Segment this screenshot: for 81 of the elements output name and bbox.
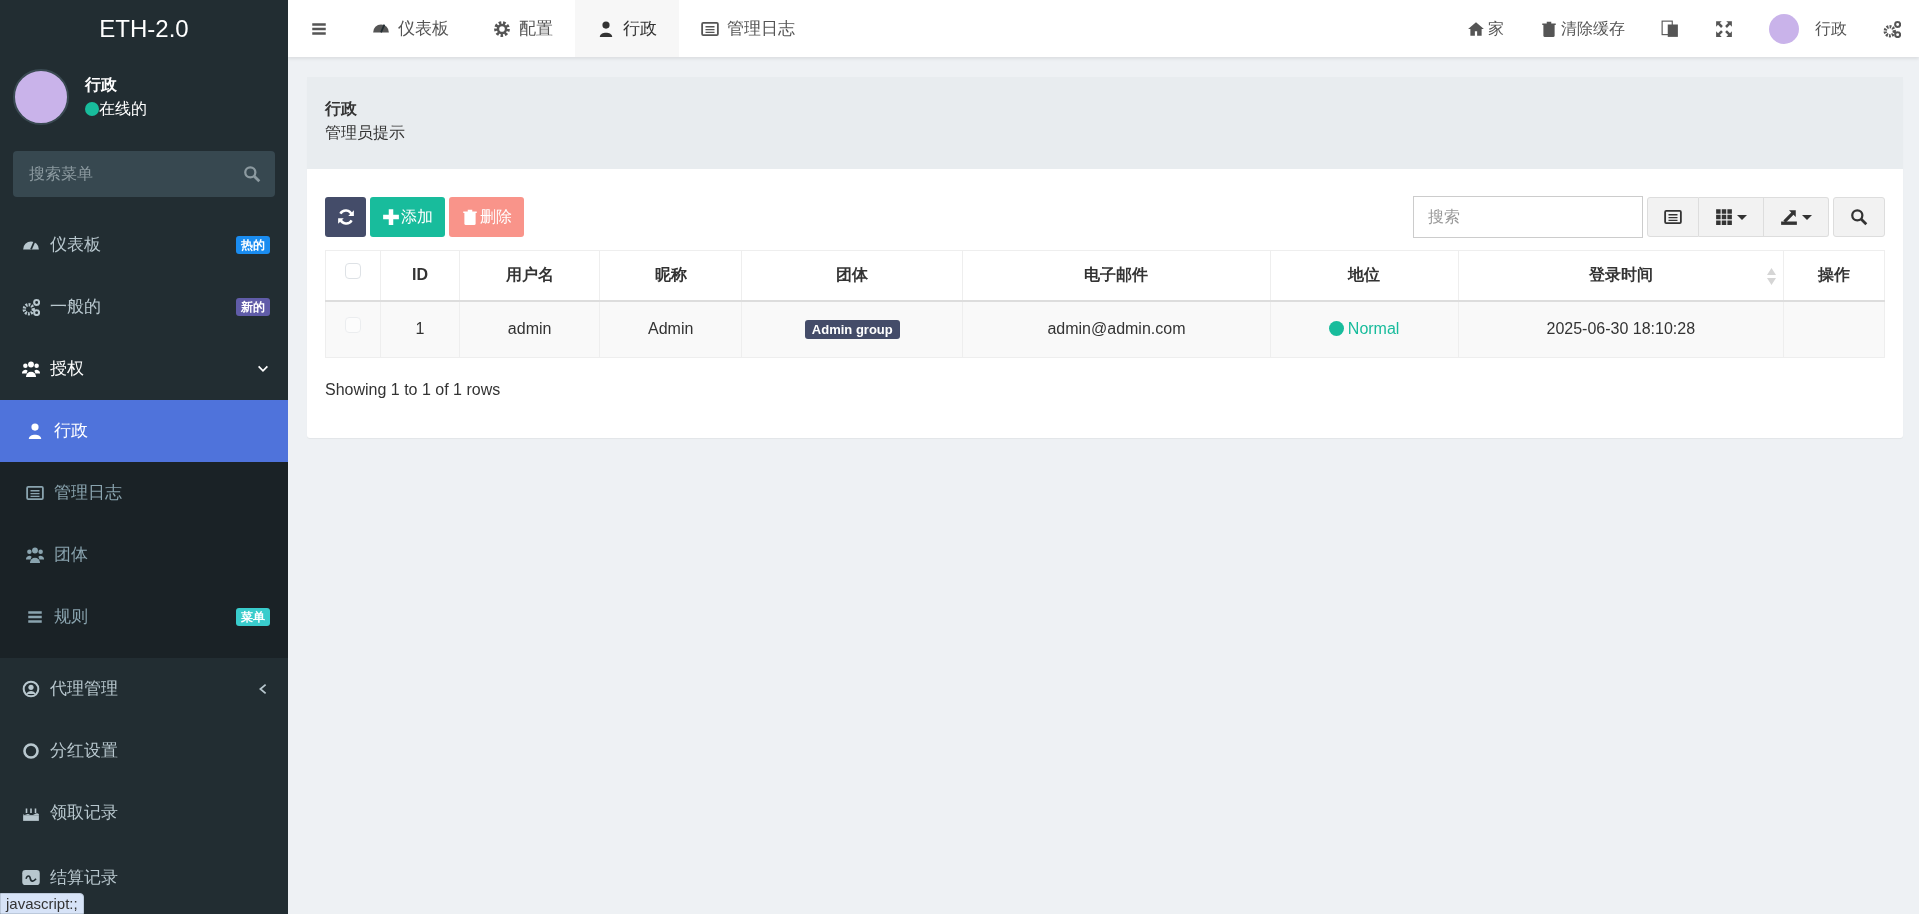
trash-icon bbox=[461, 208, 479, 226]
sidebar-item[interactable]: 团体 bbox=[0, 524, 288, 586]
sidebar-item[interactable]: 领取记录 bbox=[0, 782, 288, 844]
group-tag: Admin group bbox=[804, 320, 900, 340]
ring-icon bbox=[22, 742, 40, 760]
people-icon bbox=[26, 546, 44, 564]
trash-icon bbox=[1540, 19, 1558, 38]
gauge-icon bbox=[372, 24, 390, 33]
export-button[interactable] bbox=[1764, 197, 1829, 237]
refresh-icon bbox=[336, 208, 355, 226]
table-cell: admin@admin.com bbox=[962, 300, 1271, 358]
table-cell: admin bbox=[459, 300, 600, 358]
sort-icon bbox=[1766, 268, 1776, 285]
nav-tab[interactable]: 仪表板 bbox=[350, 0, 471, 57]
gear-icon bbox=[493, 19, 511, 38]
gears-icon bbox=[22, 298, 40, 316]
column-header[interactable]: 昵称 bbox=[599, 250, 742, 301]
menu-tag: 新的 bbox=[236, 298, 270, 316]
menu-tag: 菜单 bbox=[236, 608, 270, 626]
avatar bbox=[13, 69, 69, 125]
expand-icon bbox=[1715, 19, 1733, 38]
caret-icon bbox=[1737, 214, 1747, 220]
sidebar-item[interactable]: 结算记录 bbox=[0, 844, 288, 894]
panel-subtitle: 管理员提示 bbox=[325, 123, 406, 143]
column-header[interactable]: 地位 bbox=[1270, 250, 1459, 301]
search-field[interactable]: 搜索 bbox=[1413, 196, 1643, 238]
person-icon bbox=[597, 19, 615, 38]
column-header[interactable]: ID bbox=[380, 250, 460, 301]
sidebar-item[interactable]: 规则 菜单 bbox=[0, 586, 288, 648]
toggle-view-button[interactable] bbox=[1647, 197, 1699, 237]
sidebar-item[interactable]: 分红设置 bbox=[0, 720, 288, 782]
select-all-checkbox[interactable] bbox=[345, 263, 361, 280]
person-icon bbox=[26, 422, 44, 440]
list-icon bbox=[1664, 208, 1682, 226]
export-icon bbox=[1780, 208, 1798, 226]
square-logo-icon bbox=[22, 870, 40, 886]
menu-search-field[interactable]: 搜索菜单 bbox=[13, 151, 275, 197]
nav-tab[interactable]: 行政 bbox=[575, 0, 679, 57]
pagination-summary: Showing 1 to 1 of 1 rows bbox=[325, 380, 502, 400]
table-cell: 2025-06-30 18:10:28 bbox=[1458, 300, 1784, 358]
table-cell: 1 bbox=[380, 300, 460, 358]
search-icon bbox=[243, 165, 261, 183]
column-header[interactable]: 用户名 bbox=[459, 250, 600, 301]
gauge-icon bbox=[22, 240, 40, 250]
list-icon bbox=[701, 19, 719, 38]
caret-icon bbox=[1802, 214, 1812, 220]
sidebar-item[interactable]: 行政 bbox=[0, 400, 288, 462]
status-text: Normal bbox=[1328, 320, 1400, 338]
sidebar-item[interactable]: 管理日志 bbox=[0, 462, 288, 524]
search-button[interactable] bbox=[1833, 197, 1885, 237]
sidebar-item[interactable]: 一般的 新的 bbox=[0, 276, 288, 338]
avatar bbox=[1769, 13, 1799, 44]
table-cell: Admin bbox=[599, 300, 742, 358]
user-status: 在线的 bbox=[85, 97, 147, 121]
sidebar-item[interactable]: 授权 bbox=[0, 338, 288, 400]
grid-icon bbox=[1715, 208, 1733, 226]
lines-icon bbox=[26, 608, 44, 626]
clear-cache-link[interactable]: 清除缓存 bbox=[1522, 0, 1643, 57]
panel-title: 行政 bbox=[325, 99, 358, 119]
link-url-tooltip: javascript:; bbox=[0, 893, 84, 914]
column-header[interactable]: 团体 bbox=[741, 250, 963, 301]
columns-button[interactable] bbox=[1699, 197, 1764, 237]
user-menu[interactable]: 行政 bbox=[1751, 0, 1865, 57]
search-icon bbox=[1850, 208, 1868, 226]
menu-tag: 热的 bbox=[236, 236, 270, 254]
column-header[interactable]: 登录时间 bbox=[1458, 250, 1784, 301]
sidebar-item[interactable]: 仪表板 热的 bbox=[0, 214, 288, 276]
sidebar-item[interactable]: 代理管理 bbox=[0, 658, 288, 720]
user-name: 行政 bbox=[85, 75, 118, 95]
column-header[interactable]: 操作 bbox=[1783, 250, 1885, 301]
brand-logo[interactable]: ETH-2.0 bbox=[0, 0, 288, 57]
column-header[interactable]: 电子邮件 bbox=[962, 250, 1271, 301]
plus-icon bbox=[382, 208, 400, 226]
settings-icon bbox=[1883, 19, 1901, 38]
list-icon bbox=[26, 484, 44, 502]
refresh-button[interactable] bbox=[325, 197, 366, 237]
nav-tab[interactable]: 管理日志 bbox=[679, 0, 817, 57]
person-circle-icon bbox=[22, 680, 40, 698]
nav-tab[interactable]: 配置 bbox=[471, 0, 575, 57]
home-link[interactable]: 家 bbox=[1449, 0, 1522, 57]
people-icon bbox=[22, 360, 40, 378]
